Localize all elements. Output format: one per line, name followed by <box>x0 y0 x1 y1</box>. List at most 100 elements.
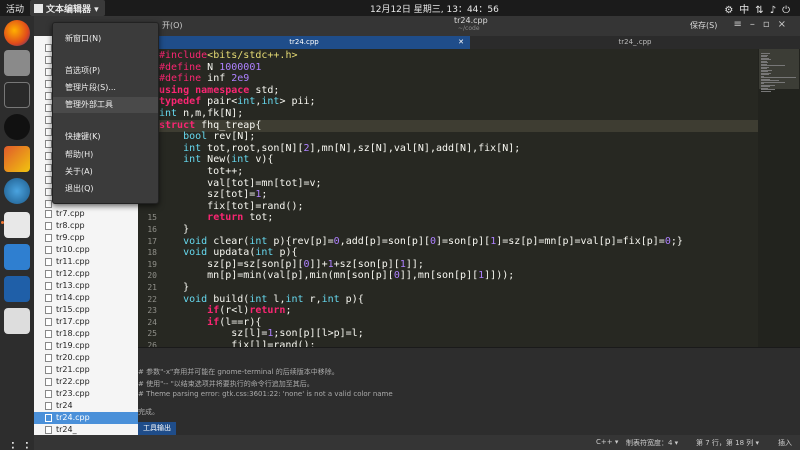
file-item[interactable]: tr19.cpp <box>34 340 138 352</box>
qq-icon[interactable] <box>4 114 30 140</box>
hamburger-menu-icon[interactable]: ≡ <box>733 19 749 30</box>
code-editor[interactable]: 15 16 17 18 19 20 21 22 23 24 25 26 #include<bits/s… <box>138 49 758 347</box>
show-apps-icon[interactable]: ⋮⋮ <box>6 440 34 450</box>
code-line[interactable]: bool rev[N]; <box>159 131 255 143</box>
tab-width-selector[interactable]: 制表符宽度：4 ▾ <box>626 438 678 448</box>
file-item[interactable]: tr17.cpp <box>34 316 138 328</box>
line-number: 21 <box>147 283 157 292</box>
file-item[interactable]: tr15.cpp <box>34 304 138 316</box>
file-item[interactable]: tr10.cpp <box>34 244 138 256</box>
tab-tr24_-cpp[interactable]: tr24_.cpp <box>470 36 800 49</box>
code-line[interactable]: int tot,root,son[N][2],mn[N],sz[N],val[N… <box>159 143 520 155</box>
file-item[interactable]: tr18.cpp <box>34 328 138 340</box>
browser-icon[interactable] <box>4 178 30 204</box>
file-item[interactable]: tr21.cpp <box>34 364 138 376</box>
minimap[interactable] <box>758 49 800 347</box>
dev-icon[interactable] <box>4 276 30 302</box>
code-line[interactable]: if(r<l)return; <box>159 305 291 317</box>
cursor-position[interactable]: 第 7 行，第 18 列 ▾ <box>696 438 759 448</box>
open-button[interactable]: 开(O) <box>162 20 183 31</box>
language-indicator[interactable]: 中 <box>739 1 755 16</box>
file-name: tr10.cpp <box>56 245 90 254</box>
code-line[interactable]: fix[tot]=rand(); <box>159 201 303 213</box>
menu-item[interactable]: 帮助(H) <box>53 147 158 163</box>
app-menu-button[interactable]: 文本编辑器 ▾ <box>30 0 105 16</box>
line-number: 20 <box>147 271 157 281</box>
code-line[interactable]: #define N 1000001 <box>159 62 261 74</box>
code-line[interactable]: if(l==r){ <box>159 317 261 329</box>
menu-item[interactable]: 快捷键(K) <box>53 129 158 145</box>
file-item[interactable]: tr24 <box>34 400 138 412</box>
calculator-icon[interactable] <box>4 308 30 334</box>
app-dropdown-menu: 新窗口(N) 首选项(P) 管理片段(S)... 管理外部工具 快捷键(K) 帮助(H) 关… <box>52 22 159 204</box>
code-line[interactable]: void updata(int p){ <box>159 247 297 259</box>
file-item[interactable]: tr23.cpp <box>34 388 138 400</box>
file-icon <box>45 56 52 64</box>
waveform-icon[interactable] <box>4 244 30 270</box>
code-line[interactable]: } <box>159 224 189 236</box>
code-line[interactable]: #define inf 2e9 <box>159 73 249 85</box>
file-item[interactable]: tr20.cpp <box>34 352 138 364</box>
volume-icon[interactable]: ♪ <box>770 5 782 16</box>
code-line[interactable]: sz[p]=sz[son[p][0]]+1+sz[son[p][1]]; <box>159 259 424 271</box>
code-line[interactable]: val[tot]=mn[tot]=v; <box>159 178 321 190</box>
file-icon <box>45 246 52 254</box>
network-icon[interactable]: ⇅ <box>755 5 769 16</box>
code-line[interactable]: tot++; <box>159 166 243 178</box>
line-number: 19 <box>147 259 157 269</box>
system-monitor-icon[interactable] <box>4 82 30 108</box>
window-controls[interactable]: ≡–▫× <box>733 19 794 30</box>
code-line[interactable]: struct fhq_treap{ <box>159 120 261 132</box>
tool-output-tab[interactable]: 工具输出 <box>138 422 176 435</box>
maximize-icon[interactable]: ▫ <box>763 19 778 30</box>
file-item[interactable]: tr8.cpp <box>34 220 138 232</box>
file-item[interactable]: tr22.cpp <box>34 376 138 388</box>
code-line[interactable]: mn[p]=min(val[p],min(mn[son[p][0]],mn[so… <box>159 270 514 282</box>
firefox-icon[interactable] <box>4 20 30 46</box>
file-item[interactable]: tr11.cpp <box>34 256 138 268</box>
close-icon[interactable]: × <box>778 19 794 30</box>
code-line[interactable]: } <box>159 282 189 294</box>
file-item[interactable]: tr13.cpp <box>34 280 138 292</box>
menu-item[interactable]: 管理片段(S)... <box>53 80 158 96</box>
save-button[interactable]: 保存(S) <box>690 20 717 31</box>
system-tray[interactable]: ⚙中⇅♪⏻ <box>724 1 796 16</box>
code-line[interactable]: using namespace std; <box>159 85 279 97</box>
file-item[interactable]: tr14.cpp <box>34 292 138 304</box>
close-tab-icon[interactable]: ✕ <box>458 36 464 49</box>
code-line[interactable]: typedef pair<int,int> pii; <box>159 96 316 108</box>
file-item[interactable]: tr24.cpp <box>34 412 138 424</box>
code-line[interactable]: return tot; <box>159 212 273 224</box>
code-line[interactable]: int n,m,fk[N]; <box>159 108 243 120</box>
file-manager-icon[interactable] <box>4 50 30 76</box>
power-icon[interactable]: ⏻ <box>782 5 796 16</box>
tools-icon[interactable] <box>4 146 30 172</box>
menu-item[interactable]: 关于(A) <box>53 164 158 180</box>
code-line[interactable]: #include<bits/stdc++.h> <box>159 50 297 62</box>
file-item[interactable]: tr12.cpp <box>34 268 138 280</box>
code-line[interactable]: fix[l]=rand(); <box>159 340 315 347</box>
file-icon <box>45 390 52 398</box>
menu-item[interactable]: 新窗口(N) <box>53 31 158 47</box>
code-line[interactable]: sz[l]=1;son[p][l>p]=l; <box>159 328 363 340</box>
settings-icon[interactable]: ⚙ <box>724 5 739 16</box>
file-icon <box>45 128 52 136</box>
file-icon <box>45 44 52 52</box>
minimize-icon[interactable]: – <box>750 19 763 30</box>
menu-item[interactable]: 退出(Q) <box>53 181 158 197</box>
code-line[interactable]: void clear(int p){rev[p]=0,add[p]=son[p]… <box>159 236 683 248</box>
code-line[interactable]: int New(int v){ <box>159 154 273 166</box>
activities-button[interactable]: 活动 <box>6 2 24 15</box>
file-item[interactable]: tr9.cpp <box>34 232 138 244</box>
tab-tr24-cpp[interactable]: tr24.cpp ✕ <box>138 36 470 49</box>
language-selector[interactable]: C++ ▾ <box>596 438 618 446</box>
file-icon <box>45 354 52 362</box>
clock[interactable]: 12月12日 星期三, 13：44：56 <box>370 2 499 15</box>
menu-item[interactable]: 首选项(P) <box>53 63 158 79</box>
file-item[interactable]: tr7.cpp <box>34 208 138 220</box>
text-editor-dock-icon[interactable] <box>4 212 30 238</box>
file-icon <box>45 210 52 218</box>
code-line[interactable]: sz[tot]=1; <box>159 189 267 201</box>
menu-item[interactable]: 管理外部工具 <box>53 97 158 113</box>
code-line[interactable]: void build(int l,int r,int p){ <box>159 294 364 306</box>
